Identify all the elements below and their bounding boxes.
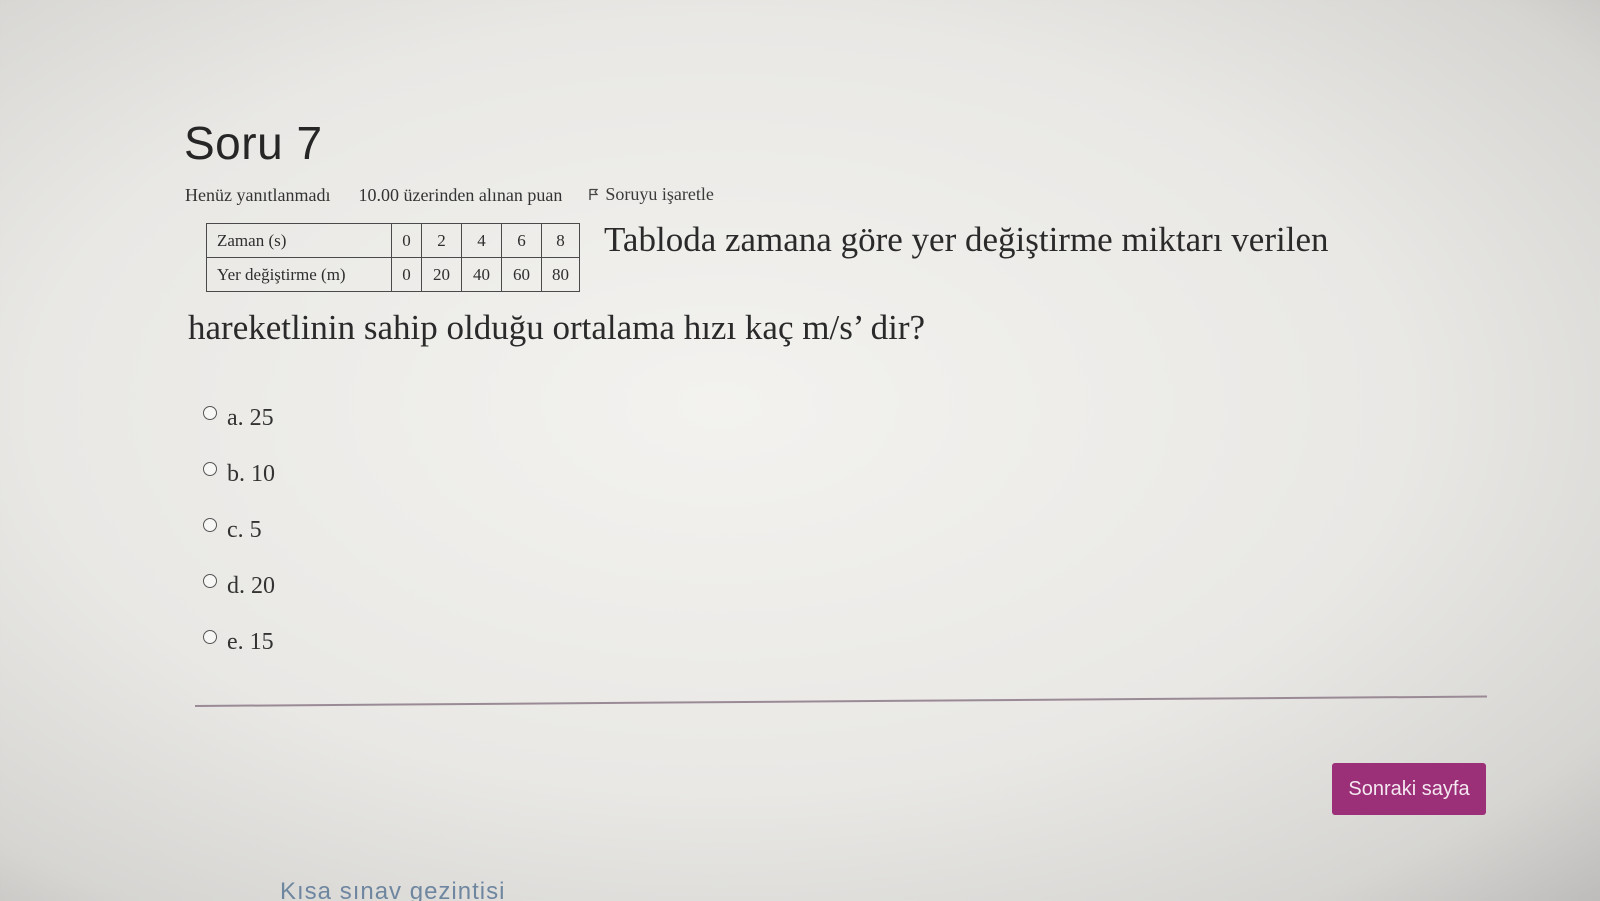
radio-unchecked-icon[interactable] (203, 518, 217, 532)
answer-option-e[interactable]: e. 15 (203, 628, 275, 656)
answer-value: 5 (249, 516, 262, 543)
data-table: Zaman (s) 0 2 4 6 8 Yer değiştirme (m) 0… (206, 223, 580, 292)
radio-unchecked-icon[interactable] (203, 462, 217, 476)
radio-unchecked-icon[interactable] (203, 630, 217, 644)
question-text-line2: hareketlinin sahip olduğu ortalama hızı … (188, 308, 926, 347)
answer-letter: e. (227, 628, 244, 655)
radio-unchecked-icon[interactable] (203, 574, 217, 588)
answer-option-c[interactable]: c. 5 (203, 516, 275, 544)
flag-icon (589, 188, 599, 200)
table-cell: 6 (501, 223, 542, 258)
table-cell: 8 (541, 223, 580, 258)
question-title: Soru 7 (184, 117, 323, 169)
quiz-page: Soru 7 Henüz yanıtlanmadı 10.00 üzerinde… (0, 0, 1600, 901)
divider (194, 695, 1487, 707)
answer-options: a. 25 b. 10 c. 5 d. 20 e. 15 (203, 404, 275, 684)
table-cell: 0 (391, 223, 422, 258)
question-grade: 10.00 üzerinden alınan puan (358, 185, 563, 205)
table-cell: 60 (501, 257, 542, 292)
table-row-header: Zaman (s) (206, 223, 392, 258)
table-cell: 0 (391, 257, 422, 292)
answer-option-a[interactable]: a. 25 (203, 404, 275, 432)
flag-question-link[interactable]: Soruyu işaretle (588, 184, 714, 205)
radio-unchecked-icon[interactable] (203, 406, 217, 420)
next-page-button[interactable]: Sonraki sayfa (1332, 763, 1486, 815)
quiz-navigation-link[interactable]: Kısa sınav gezintisi (280, 878, 505, 901)
answer-letter: a. (227, 404, 244, 431)
answer-value: 15 (249, 628, 274, 655)
table-cell: 20 (421, 257, 462, 292)
answer-option-b[interactable]: b. 10 (203, 460, 275, 488)
table-cell: 2 (421, 223, 462, 258)
table-row: Yer değiştirme (m) 0 20 40 60 80 (206, 257, 580, 292)
table-cell: 80 (541, 257, 580, 292)
table-cell: 4 (461, 223, 502, 258)
table-cell: 40 (461, 257, 502, 292)
answer-letter: d. (227, 572, 245, 599)
flag-question-label: Soruyu işaretle (605, 184, 714, 204)
answer-value: 25 (249, 404, 274, 431)
question-text-line1: Tabloda zamana göre yer değiştirme mikta… (604, 220, 1329, 259)
table-row: Zaman (s) 0 2 4 6 8 (206, 223, 580, 258)
answer-letter: b. (227, 460, 245, 487)
answer-value: 10 (251, 460, 275, 487)
answer-letter: c. (227, 516, 244, 543)
answer-option-d[interactable]: d. 20 (203, 572, 275, 600)
question-info: Henüz yanıtlanmadı 10.00 üzerinden alına… (185, 184, 714, 206)
question-status: Henüz yanıtlanmadı (185, 185, 331, 205)
answer-value: 20 (251, 572, 275, 599)
table-row-header: Yer değiştirme (m) (206, 257, 392, 292)
